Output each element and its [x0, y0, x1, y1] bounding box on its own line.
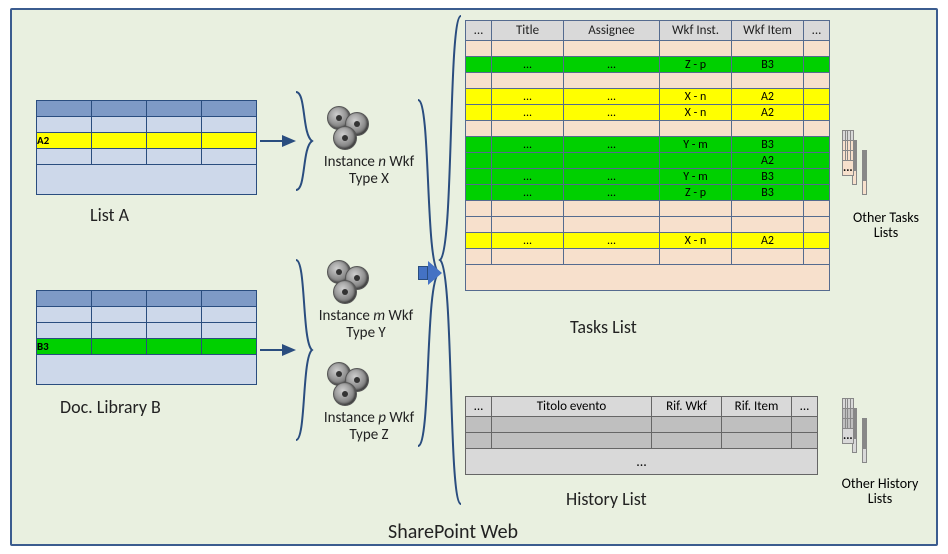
tasks-list-caption: Tasks List — [570, 316, 637, 338]
tasks-row: ......X - nA2 — [466, 233, 830, 249]
list-a-caption: List A — [90, 204, 129, 226]
connector-a-line — [260, 140, 282, 142]
instance-p-caption: Instance p WkfType Z — [309, 410, 429, 443]
instance-m-caption: Instance m WkfType Y — [306, 308, 426, 341]
other-tasks-caption: Other Tasks Lists — [836, 210, 936, 241]
tasks-row: ......Z - pB3 — [466, 57, 830, 73]
tasks-row: ......X - nA2 — [466, 89, 830, 105]
doc-library-b-table: B3 — [36, 290, 257, 385]
tasks-row: ......Z - pB3 — [466, 185, 830, 201]
tasks-row — [466, 41, 830, 57]
tasks-row — [466, 73, 830, 89]
brace-lists — [440, 16, 464, 504]
list-a-highlight-cell: A2 — [37, 133, 92, 149]
tasks-row — [466, 121, 830, 137]
diagram-canvas: A2 List A Instance n WkfType X B3 Doc. L… — [0, 0, 948, 554]
tasks-header-row: ... Title Assignee Wkf Inst. Wkf Item ..… — [466, 21, 830, 41]
history-list-table: ... Titolo evento Rif. Wkf Rif. Item ...… — [465, 396, 818, 475]
tasks-row — [466, 249, 830, 265]
tasks-row — [466, 201, 830, 217]
instance-n-caption: Instance n WkfType X — [309, 154, 429, 187]
doc-library-b-caption: Doc. Library B — [60, 396, 161, 418]
gears-icon-p — [327, 362, 371, 406]
tasks-row: A2 — [466, 153, 830, 169]
tasks-row: ......X - nA2 — [466, 105, 830, 121]
tasks-row: ......Y - mB3 — [466, 169, 830, 185]
tasks-list-table: ... Title Assignee Wkf Inst. Wkf Item ..… — [465, 20, 830, 291]
connector-b-line — [260, 349, 282, 351]
history-list-caption: History List — [566, 488, 647, 510]
list-b-highlight-cell: B3 — [37, 339, 92, 355]
gears-icon-m — [327, 260, 371, 304]
sharepoint-web-caption: SharePoint Web — [388, 520, 518, 544]
other-history-caption: Other History Lists — [830, 476, 930, 507]
list-a-table: A2 — [36, 100, 257, 195]
gears-icon-n — [327, 106, 371, 150]
tasks-row — [466, 217, 830, 233]
history-ellipsis: ... — [466, 449, 818, 475]
tasks-row: ......Y - mB3 — [466, 137, 830, 153]
